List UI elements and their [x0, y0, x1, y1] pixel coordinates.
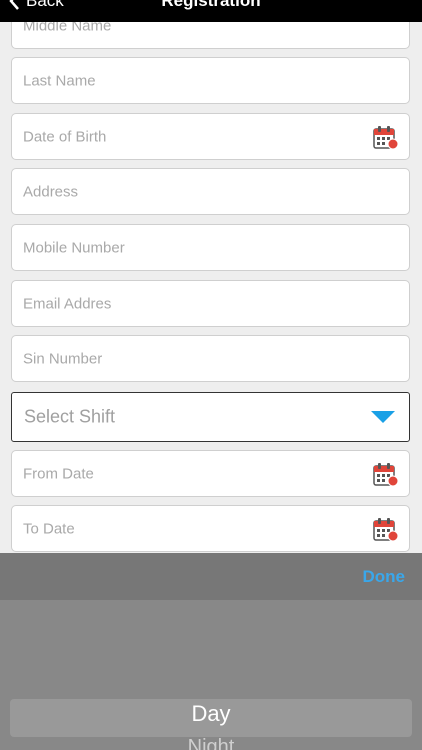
picker-option-night[interactable]: Night — [0, 736, 422, 750]
address-field[interactable]: Address — [11, 168, 410, 215]
picker-toolbar: Done — [0, 553, 422, 600]
to-date-field[interactable]: To Date — [11, 505, 410, 552]
sin-number-placeholder: Sin Number — [23, 350, 103, 367]
dropdown-caret-icon — [371, 411, 395, 423]
middle-name-placeholder: Middle Name — [23, 22, 112, 34]
select-shift-placeholder: Select Shift — [24, 406, 116, 427]
address-placeholder: Address — [23, 183, 79, 200]
date-of-birth-field[interactable]: Date of Birth — [11, 113, 410, 160]
page-title: Registration — [161, 0, 261, 10]
mobile-number-field[interactable]: Mobile Number — [11, 224, 410, 271]
calendar-icon[interactable] — [372, 516, 398, 542]
sin-number-field[interactable]: Sin Number — [11, 335, 410, 382]
done-button[interactable]: Done — [363, 567, 406, 587]
from-date-placeholder: From Date — [23, 465, 94, 482]
last-name-placeholder: Last Name — [23, 72, 96, 89]
calendar-icon[interactable] — [372, 124, 398, 150]
registration-form: Middle Name Last Name Date of Birth Addr… — [0, 22, 422, 553]
last-name-field[interactable]: Last Name — [11, 57, 410, 104]
mobile-number-placeholder: Mobile Number — [23, 239, 125, 256]
nav-bar: Back Registration — [0, 0, 422, 22]
date-of-birth-placeholder: Date of Birth — [23, 128, 107, 145]
from-date-field[interactable]: From Date — [11, 450, 410, 497]
picker-option-day[interactable]: Day — [0, 701, 422, 727]
middle-name-field[interactable]: Middle Name — [11, 22, 410, 49]
shift-picker: Done Day Night — [0, 553, 422, 750]
email-field[interactable]: Email Addres — [11, 280, 410, 327]
email-placeholder: Email Addres — [23, 295, 112, 312]
to-date-placeholder: To Date — [23, 520, 75, 537]
select-shift-dropdown[interactable]: Select Shift — [11, 392, 410, 442]
calendar-icon[interactable] — [372, 461, 398, 487]
picker-wheel[interactable]: Day Night — [0, 600, 422, 750]
